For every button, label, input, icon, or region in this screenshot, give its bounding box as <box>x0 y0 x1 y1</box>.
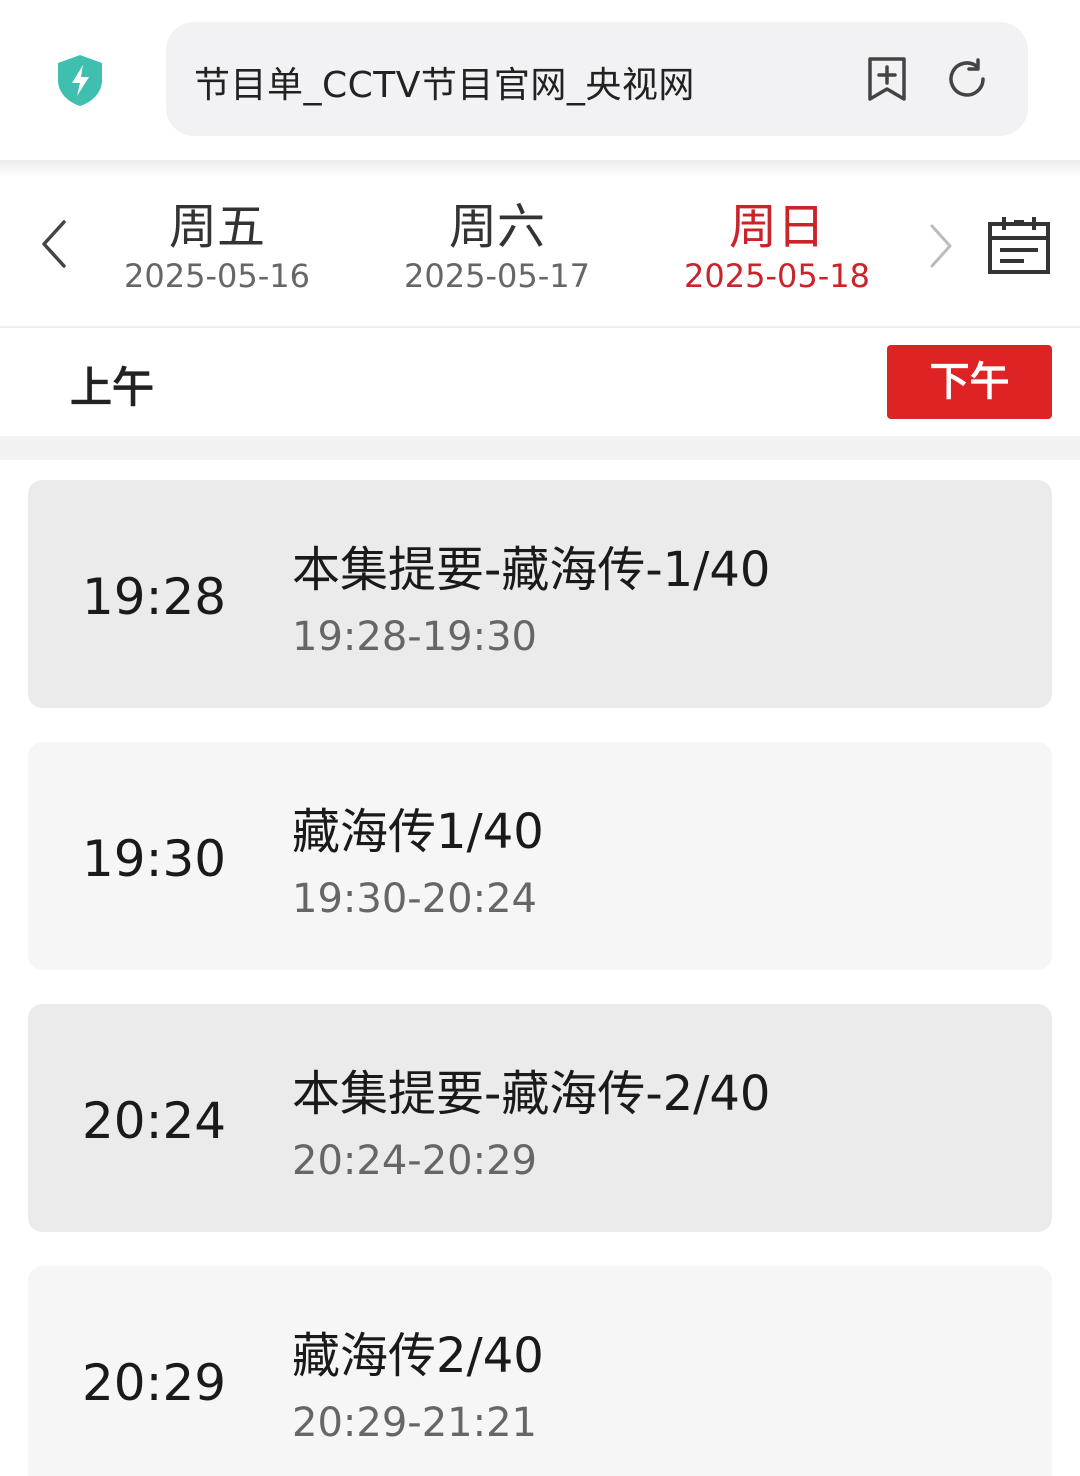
reload-icon[interactable] <box>944 56 990 102</box>
day-sunday[interactable]: 周日 2025-05-18 <box>667 198 887 296</box>
section-separator <box>0 436 1080 460</box>
day-date: 2025-05-18 <box>684 257 870 295</box>
program-item[interactable]: 19:28 本集提要-藏海传-1/40 19:28-19:30 <box>28 480 1052 708</box>
program-start-time: 19:28 <box>82 568 227 626</box>
program-time-range: 20:29-21:21 <box>292 1400 537 1446</box>
pm-tab[interactable]: 下午 <box>887 345 1052 419</box>
day-saturday[interactable]: 周六 2025-05-17 <box>387 198 607 296</box>
address-bar[interactable]: 节目单_CCTV节目官网_央视网 <box>166 22 1028 136</box>
program-title: 本集提要-藏海传-1/40 <box>292 542 771 598</box>
program-title: 藏海传2/40 <box>292 1328 544 1384</box>
browser-toolbar: 节目单_CCTV节目官网_央视网 <box>0 0 1080 160</box>
program-title: 本集提要-藏海传-2/40 <box>292 1066 771 1122</box>
program-time-range: 20:24-20:29 <box>292 1138 537 1184</box>
program-start-time: 20:24 <box>82 1092 227 1150</box>
day-weekday: 周六 <box>448 199 545 255</box>
add-bookmark-icon[interactable] <box>864 56 910 102</box>
program-title: 藏海传1/40 <box>292 804 544 860</box>
program-item[interactable]: 20:29 藏海传2/40 20:29-21:21 <box>28 1266 1052 1476</box>
program-time-range: 19:28-19:30 <box>292 614 537 660</box>
day-date: 2025-05-17 <box>404 257 590 295</box>
toolbar-shadow <box>0 160 1080 178</box>
period-selector: 上午 下午 <box>0 328 1080 436</box>
day-weekday: 周日 <box>728 199 825 255</box>
day-weekday: 周五 <box>168 199 265 255</box>
page-title: 节目单_CCTV节目官网_央视网 <box>194 65 695 106</box>
chevron-right-icon[interactable] <box>926 222 956 270</box>
program-start-time: 19:30 <box>82 830 227 888</box>
chevron-left-icon[interactable] <box>36 218 72 270</box>
am-tab[interactable]: 上午 <box>70 354 154 415</box>
calendar-icon[interactable] <box>986 214 1052 276</box>
date-navigation: 周五 2025-05-16 周六 2025-05-17 周日 2025-05-1… <box>0 178 1080 326</box>
day-date: 2025-05-16 <box>124 257 310 295</box>
shield-bolt-icon[interactable] <box>52 52 108 108</box>
program-list: 19:28 本集提要-藏海传-1/40 19:28-19:30 19:30 藏海… <box>28 480 1052 1476</box>
program-start-time: 20:29 <box>82 1354 227 1412</box>
program-item[interactable]: 19:30 藏海传1/40 19:30-20:24 <box>28 742 1052 970</box>
day-friday[interactable]: 周五 2025-05-16 <box>107 198 327 296</box>
program-item[interactable]: 20:24 本集提要-藏海传-2/40 20:24-20:29 <box>28 1004 1052 1232</box>
program-time-range: 19:30-20:24 <box>292 876 537 922</box>
